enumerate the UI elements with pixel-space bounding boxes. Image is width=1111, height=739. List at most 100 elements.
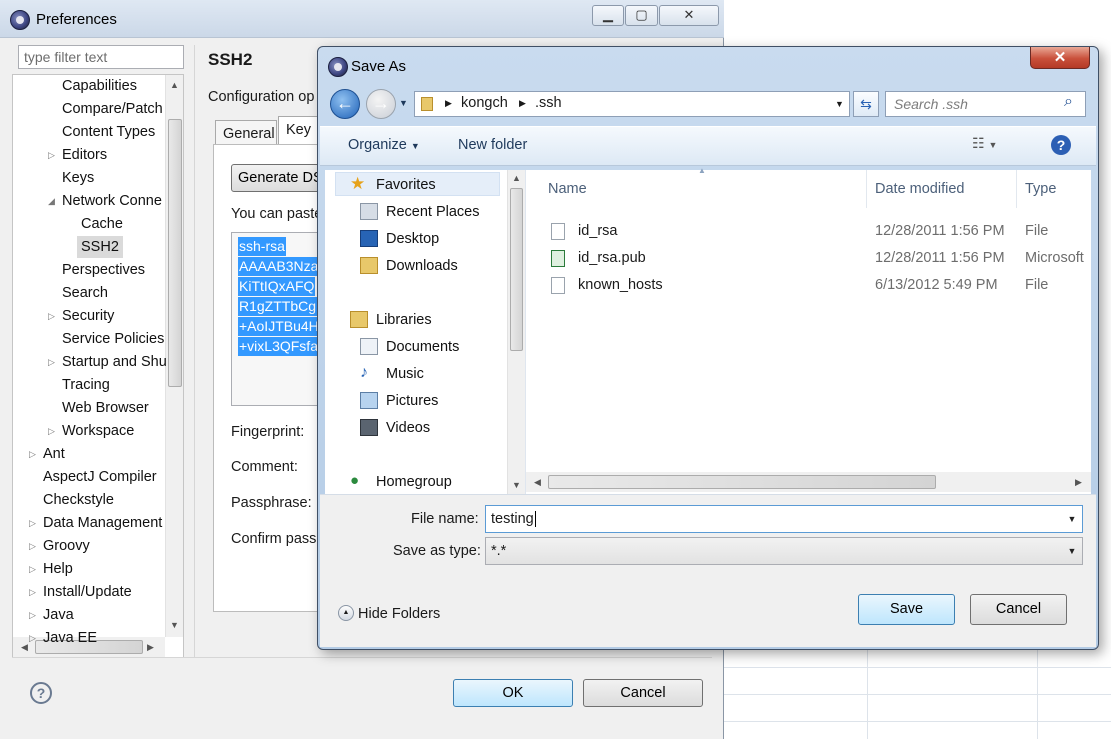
tree-item[interactable]: Content Types [62,121,155,143]
nav-downloads[interactable]: Downloads [360,255,458,277]
nav-homegroup[interactable]: ● Homegroup [350,471,452,493]
nav-documents[interactable]: Documents [360,336,459,358]
nav-music[interactable]: ♪ Music [360,363,424,385]
expand-twisty-icon[interactable]: ▷ [48,357,55,368]
scroll-down-icon[interactable]: ▼ [512,480,521,490]
tree-item[interactable]: Web Browser [62,397,149,419]
dialog-close-button[interactable]: ✕ [1030,47,1090,69]
tree-item[interactable]: Editors [62,144,107,166]
expand-twisty-icon[interactable]: ▷ [29,449,36,460]
tab-general[interactable]: General [215,120,277,146]
list-h-scroll-thumb[interactable] [548,475,936,489]
file-name-dropdown-icon[interactable]: ▼ [1062,506,1082,532]
nav-scroll-thumb[interactable] [510,188,523,351]
public-key-textarea[interactable]: ssh-rsa AAAAB3Nza KiTtIQxAFQ R1gZTTbCg +AoIJ… [231,232,326,406]
tree-item[interactable]: Tracing [62,374,110,396]
tree-item[interactable]: Search [62,282,108,304]
tree-item[interactable]: Perspectives [62,259,145,281]
address-dropdown-icon[interactable]: ▼ [835,99,844,109]
column-date-modified[interactable]: Date modified [867,170,1017,208]
file-row[interactable]: id_rsa.pub 12/28/2011 1:56 PM Microsoft [540,246,1090,270]
help-icon[interactable]: ? [1051,135,1071,155]
scroll-left-icon[interactable]: ◀ [534,477,541,488]
expand-twisty-icon[interactable]: ▷ [48,426,55,437]
tree-item[interactable]: Keys [62,167,94,189]
expand-twisty-icon[interactable]: ▷ [29,564,36,575]
nav-libraries[interactable]: Libraries [350,309,432,331]
expand-twisty-icon[interactable]: ▷ [48,150,55,161]
filter-input[interactable]: type filter text [18,45,184,69]
organize-menu[interactable]: Organize ▼ [348,137,420,153]
search-input[interactable]: Search .ssh ⌕ [885,91,1086,117]
new-folder-button[interactable]: New folder [458,137,527,153]
recent-pages-dropdown-icon[interactable]: ▼ [399,98,408,108]
maximize-button[interactable]: ▢ [625,5,658,26]
save-type-dropdown-icon[interactable]: ▼ [1062,538,1082,564]
tree-item[interactable]: Data Management [43,512,162,534]
tree-vertical-scrollbar[interactable]: ▲ ▼ [165,75,183,637]
view-options-icon[interactable]: ☷ ▼ [972,135,997,152]
breadcrumb-ssh[interactable]: .ssh [535,95,562,111]
nav-desktop[interactable]: Desktop [360,228,439,250]
minimize-button[interactable]: ▁ [592,5,624,26]
nav-videos[interactable]: Videos [360,417,430,439]
expand-twisty-icon[interactable]: ▷ [48,311,55,322]
tree-item[interactable]: Java [43,604,74,626]
scroll-thumb[interactable] [168,119,182,387]
hide-folders-icon[interactable]: ▲ [338,605,354,621]
breadcrumb-arrow-icon[interactable]: ▶ [445,98,452,109]
tree-item[interactable]: Capabilities [62,75,137,97]
cancel-button[interactable]: Cancel [583,679,703,707]
tree-item[interactable]: Install/Update [43,581,132,603]
tree-item[interactable]: Network Conne [62,190,162,212]
nav-vertical-scrollbar[interactable]: ▲ ▼ [507,170,525,494]
generate-key-button[interactable]: Generate DS [231,164,326,192]
scroll-up-icon[interactable]: ▲ [512,173,521,183]
tree-item[interactable]: Help [43,558,73,580]
tree-item[interactable]: Checkstyle [43,489,114,511]
breadcrumb-arrow-icon[interactable]: ▶ [519,98,526,109]
back-icon[interactable]: ← [330,89,360,119]
file-row[interactable]: id_rsa 12/28/2011 1:56 PM File [540,219,1090,243]
forward-icon[interactable]: → [366,89,396,119]
hide-folders-label[interactable]: Hide Folders [358,606,440,622]
column-type[interactable]: Type [1017,170,1097,208]
breadcrumb-kongch[interactable]: kongch [461,95,508,111]
tree-item[interactable]: Workspace [62,420,134,442]
file-row[interactable]: known_hosts 6/13/2012 5:49 PM File [540,273,1090,297]
scroll-up-icon[interactable]: ▲ [170,80,179,90]
address-bar[interactable]: ▶ kongch ▶ .ssh ▼ [414,91,850,117]
file-name-input[interactable]: testing ▼ [485,505,1083,533]
tree-item[interactable]: Cache [81,213,123,235]
tree-item[interactable]: Java EE [43,627,97,649]
refresh-button[interactable]: ⇆ [853,91,879,117]
scroll-right-icon[interactable]: ▶ [1075,477,1082,488]
save-button[interactable]: Save [858,594,955,625]
tree-item[interactable]: Compare/Patch [62,98,163,120]
expand-twisty-icon[interactable]: ▷ [29,633,36,644]
tree-item[interactable]: Startup and Shu [62,351,167,373]
ok-button[interactable]: OK [453,679,573,707]
tree-item[interactable]: AspectJ Compiler [43,466,157,488]
pane-divider[interactable] [194,45,195,657]
expand-twisty-icon[interactable]: ▷ [29,541,36,552]
tree-item[interactable]: Groovy [43,535,90,557]
scroll-left-icon[interactable]: ◀ [21,642,28,653]
nav-pictures[interactable]: Pictures [360,390,438,412]
dialog-cancel-button[interactable]: Cancel [970,594,1067,625]
tree-item[interactable]: Ant [43,443,65,465]
nav-favorites[interactable]: ★ Favorites [350,174,436,196]
help-icon[interactable]: ? [30,682,52,704]
search-icon[interactable]: ⌕ [1064,93,1073,111]
expand-twisty-icon[interactable]: ◢ [48,196,55,207]
close-button[interactable]: ✕ [659,5,719,26]
expand-twisty-icon[interactable]: ▷ [29,587,36,598]
list-horizontal-scrollbar[interactable]: ◀ ▶ [526,472,1091,492]
tree-item[interactable]: SSH2 [77,236,123,258]
save-as-type-select[interactable]: *.* ▼ [485,537,1083,565]
column-name[interactable]: Name [540,170,867,208]
expand-twisty-icon[interactable]: ▷ [29,610,36,621]
scroll-right-icon[interactable]: ▶ [147,642,154,653]
scroll-down-icon[interactable]: ▼ [170,620,179,630]
expand-twisty-icon[interactable]: ▷ [29,518,36,529]
